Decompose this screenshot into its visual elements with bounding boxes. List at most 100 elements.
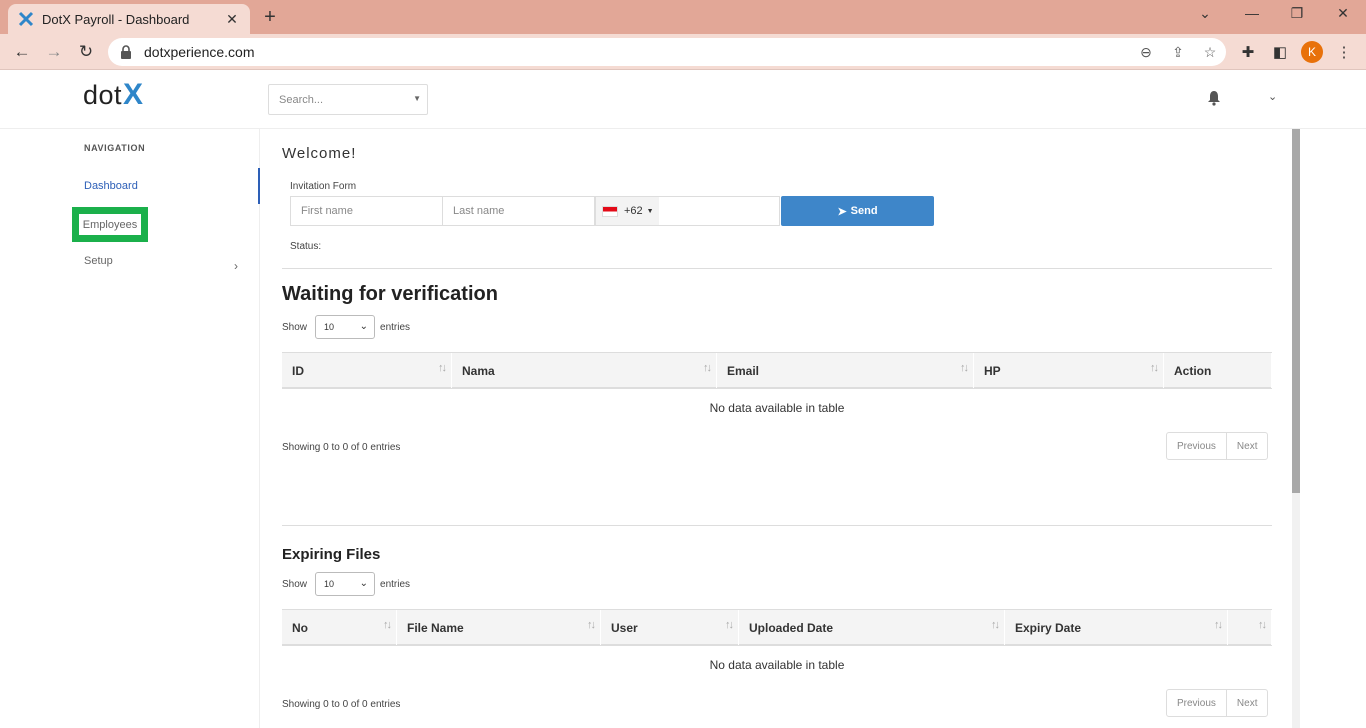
- column-header-file-name[interactable]: File Name ↑↓: [397, 610, 601, 645]
- tab-search-icon[interactable]: ⌄: [1193, 5, 1217, 22]
- new-tab-icon[interactable]: +: [260, 6, 280, 29]
- sort-icon: ↑↓: [991, 619, 1000, 631]
- expiring-length-control: Show 10 ⌄ entries: [282, 572, 410, 596]
- close-window-icon[interactable]: ✕: [1331, 5, 1355, 22]
- chevron-down-icon: ⌄: [359, 321, 369, 332]
- column-header-nama[interactable]: Nama ↑↓: [452, 353, 717, 388]
- invitation-form-label: Invitation Form: [290, 181, 357, 192]
- column-header-user[interactable]: User ↑↓: [601, 610, 739, 645]
- sort-icon: ↑↓: [1150, 362, 1159, 374]
- empty-table-message: No data available in table: [709, 658, 845, 672]
- show-label: Show: [282, 578, 308, 590]
- verification-length-control: Show 10 ⌄ entries: [282, 315, 410, 339]
- last-name-field[interactable]: Last name: [442, 196, 595, 226]
- last-name-placeholder: Last name: [453, 205, 505, 217]
- entries-select[interactable]: 10 ⌄: [315, 572, 376, 596]
- main-content: Welcome! Invitation Form First name Last…: [262, 129, 1292, 728]
- welcome-heading: Welcome!: [282, 145, 357, 162]
- sort-icon: ↑↓: [1214, 619, 1223, 631]
- send-button[interactable]: ➤ Send: [781, 196, 934, 226]
- divider: [282, 525, 1272, 526]
- column-header-no[interactable]: No ↑↓: [282, 610, 397, 645]
- previous-button[interactable]: Previous: [1167, 433, 1226, 459]
- verification-title: Waiting for verification: [282, 283, 498, 305]
- back-icon[interactable]: ←: [10, 40, 34, 64]
- caret-down-icon: ▼: [646, 207, 654, 215]
- pagination: Previous Next: [1166, 432, 1269, 460]
- sidebar-item-setup[interactable]: Setup: [84, 255, 113, 267]
- sidebar-item-label: Employees: [82, 218, 138, 231]
- search-placeholder: Search...: [279, 93, 324, 106]
- column-header-id[interactable]: ID ↑↓: [282, 353, 452, 388]
- sort-icon: ↑↓: [587, 619, 596, 631]
- restore-icon[interactable]: ❐: [1285, 5, 1309, 22]
- dotx-favicon-icon: [18, 11, 34, 27]
- url-text: dotxperience.com: [144, 44, 255, 60]
- scrollbar-thumb[interactable]: [1292, 129, 1300, 493]
- user-menu-chevron-down-icon[interactable]: ⌄: [1268, 90, 1277, 103]
- divider: [282, 268, 1272, 269]
- phone-field[interactable]: +62 ▼: [595, 196, 780, 226]
- chevron-right-icon[interactable]: ›: [234, 259, 238, 273]
- sort-icon: ↑↓: [383, 619, 392, 631]
- forward-icon[interactable]: →: [42, 40, 66, 64]
- expiring-table-header: No ↑↓ File Name ↑↓ User ↑↓ Uploaded Date ↑↓ …: [282, 609, 1272, 646]
- column-header-expiry-date[interactable]: Expiry Date ↑↓: [1005, 610, 1228, 645]
- search-dropdown-icon: ▼: [413, 94, 421, 103]
- address-bar[interactable]: dotxperience.com ⊖ ⇪ ☆: [108, 38, 1226, 66]
- send-label: Send: [850, 205, 878, 217]
- column-header-action: Action: [1164, 353, 1272, 388]
- reload-icon[interactable]: ↻: [74, 40, 98, 64]
- notification-bell-icon[interactable]: [1207, 90, 1223, 106]
- share-icon[interactable]: ⇪: [1162, 44, 1194, 61]
- expiring-files-title: Expiring Files: [282, 546, 381, 563]
- table-info: Showing 0 to 0 of 0 entries: [282, 699, 401, 710]
- sort-icon: ↑↓: [960, 362, 969, 374]
- column-header-hp[interactable]: HP ↑↓: [974, 353, 1164, 388]
- sidebar-item-dashboard[interactable]: Dashboard: [84, 180, 138, 192]
- entries-value: 10: [324, 579, 335, 589]
- side-panel-icon[interactable]: ◧: [1270, 42, 1290, 62]
- dotx-logo[interactable]: dot X: [83, 78, 144, 112]
- profile-avatar[interactable]: K: [1301, 41, 1323, 63]
- next-button[interactable]: Next: [1225, 690, 1268, 716]
- first-name-placeholder: First name: [301, 205, 353, 217]
- extensions-icon[interactable]: ✚: [1238, 42, 1258, 62]
- entries-label: entries: [380, 321, 411, 333]
- next-button[interactable]: Next: [1225, 433, 1268, 459]
- paper-plane-icon: ➤: [837, 205, 847, 218]
- search-input[interactable]: Search... ▼: [268, 84, 428, 115]
- column-header-actions[interactable]: ↑↓: [1228, 610, 1272, 645]
- logo-accent: X: [123, 78, 144, 111]
- table-info: Showing 0 to 0 of 0 entries: [282, 442, 401, 453]
- active-indicator: [258, 168, 260, 204]
- pagination: Previous Next: [1166, 689, 1269, 717]
- sort-icon: ↑↓: [1258, 619, 1267, 631]
- zoom-icon[interactable]: ⊖: [1130, 44, 1162, 61]
- minimize-icon[interactable]: —: [1240, 5, 1264, 21]
- close-tab-icon[interactable]: ✕: [224, 11, 240, 28]
- sort-icon: ↑↓: [438, 362, 447, 374]
- indonesia-flag-icon: [602, 205, 618, 217]
- empty-table-message: No data available in table: [709, 401, 845, 415]
- browser-menu-icon[interactable]: ⋮: [1334, 42, 1354, 62]
- tab-title: DotX Payroll - Dashboard: [42, 11, 190, 27]
- sort-icon: ↑↓: [725, 619, 734, 631]
- browser-toolbar: ← → ↻ dotxperience.com ⊖ ⇪ ☆ ✚ ◧ K ⋮: [0, 34, 1366, 70]
- entries-select[interactable]: 10 ⌄: [315, 315, 376, 339]
- app-header: dot X Search... ▼ ⌄: [0, 70, 1366, 129]
- browser-tab[interactable]: DotX Payroll - Dashboard ✕: [8, 4, 250, 34]
- first-name-field[interactable]: First name: [290, 196, 443, 226]
- bookmark-star-icon[interactable]: ☆: [1194, 44, 1226, 61]
- entries-value: 10: [324, 322, 335, 332]
- logo-text: dot: [83, 79, 123, 110]
- status-label: Status:: [290, 241, 322, 252]
- verification-table-header: ID ↑↓ Nama ↑↓ Email ↑↓ HP ↑↓ Action: [282, 352, 1272, 389]
- sidebar-item-employees[interactable]: Employees: [72, 207, 148, 242]
- column-header-email[interactable]: Email ↑↓: [717, 353, 974, 388]
- nav-heading: NAVIGATION: [84, 143, 146, 153]
- show-label: Show: [282, 321, 308, 333]
- country-code-select[interactable]: +62 ▼: [596, 197, 659, 225]
- column-header-uploaded-date[interactable]: Uploaded Date ↑↓: [739, 610, 1005, 645]
- previous-button[interactable]: Previous: [1167, 690, 1226, 716]
